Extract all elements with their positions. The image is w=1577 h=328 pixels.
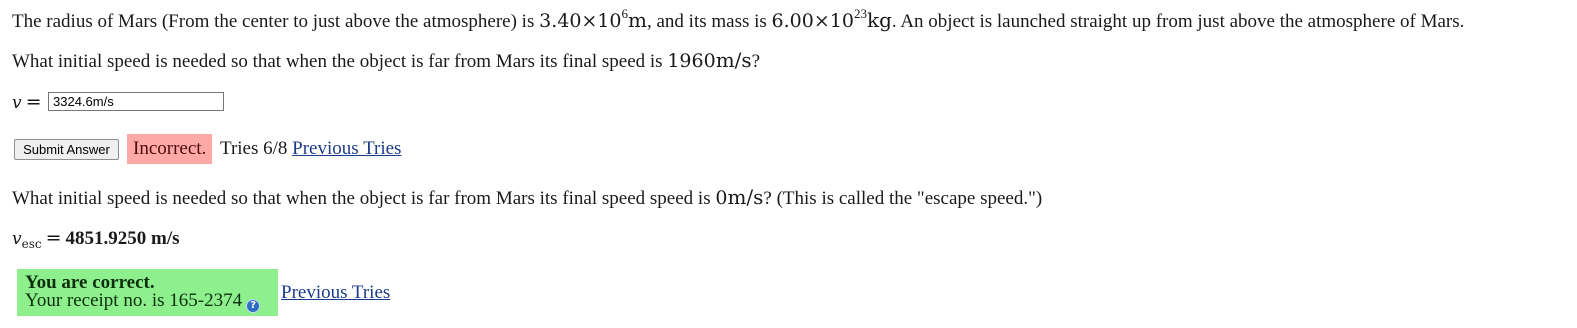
- escape-velocity-variable: v: [12, 229, 22, 249]
- mass-exponent: 23: [853, 6, 867, 21]
- equals-sign: =: [25, 91, 42, 113]
- part2-answer: vesc = 4851.9250 m/s: [12, 227, 180, 250]
- intro-text-c: . An object is launched straight up from…: [891, 11, 1465, 32]
- part2-question: What initial speed is needed so that whe…: [12, 185, 1042, 210]
- equals-sign-2: =: [45, 227, 62, 249]
- mass-mantissa: 6.00×10: [771, 10, 854, 32]
- part1-final-speed: 1960: [667, 50, 716, 72]
- receipt-text: Your receipt no. is 165-2374: [25, 290, 243, 311]
- part1-question-end: ?: [751, 51, 761, 72]
- part1-answer-label: v =: [12, 92, 46, 113]
- incorrect-badge: Incorrect.: [127, 134, 213, 164]
- radius-mantissa: 3.40×10: [539, 10, 622, 32]
- part1-question-text: What initial speed is needed so that whe…: [12, 51, 668, 72]
- part2-final-speed: 0: [715, 187, 728, 209]
- problem-page: The radius of Mars (From the center to j…: [0, 0, 1577, 328]
- answer-input[interactable]: [48, 92, 224, 111]
- part2-question-text: What initial speed is needed so that whe…: [12, 188, 716, 209]
- escape-subscript: esc: [21, 237, 42, 251]
- escape-speed-answer: 4851.9250 m/s: [65, 228, 180, 249]
- submit-answer-button[interactable]: Submit Answer: [14, 139, 119, 160]
- previous-tries-link[interactable]: Previous Tries: [292, 138, 401, 159]
- intro-text-b: , and its mass is: [646, 11, 772, 32]
- problem-statement: The radius of Mars (From the center to j…: [12, 6, 1465, 33]
- part2-question-end: ? (This is called the "escape speed."): [763, 188, 1043, 209]
- receipt-line: Your receipt no. is 165-2374?: [25, 290, 270, 313]
- part1-question: What initial speed is needed so that whe…: [12, 48, 760, 73]
- part1-final-speed-unit: m/s: [715, 48, 752, 72]
- part2-final-speed-unit: m/s: [727, 185, 764, 209]
- velocity-variable: v: [12, 93, 22, 113]
- intro-text-a: The radius of Mars (From the center to j…: [12, 11, 540, 32]
- mass-unit: kg: [866, 8, 892, 32]
- tries-info: Tries 6/8 Previous Tries: [220, 137, 401, 161]
- previous-tries-link-2[interactable]: Previous Tries: [281, 282, 390, 304]
- radius-unit: m: [628, 8, 647, 32]
- tries-count: Tries 6/8: [220, 138, 288, 159]
- correct-feedback-box: You are correct. Your receipt no. is 165…: [17, 269, 278, 316]
- help-icon[interactable]: ?: [246, 299, 261, 313]
